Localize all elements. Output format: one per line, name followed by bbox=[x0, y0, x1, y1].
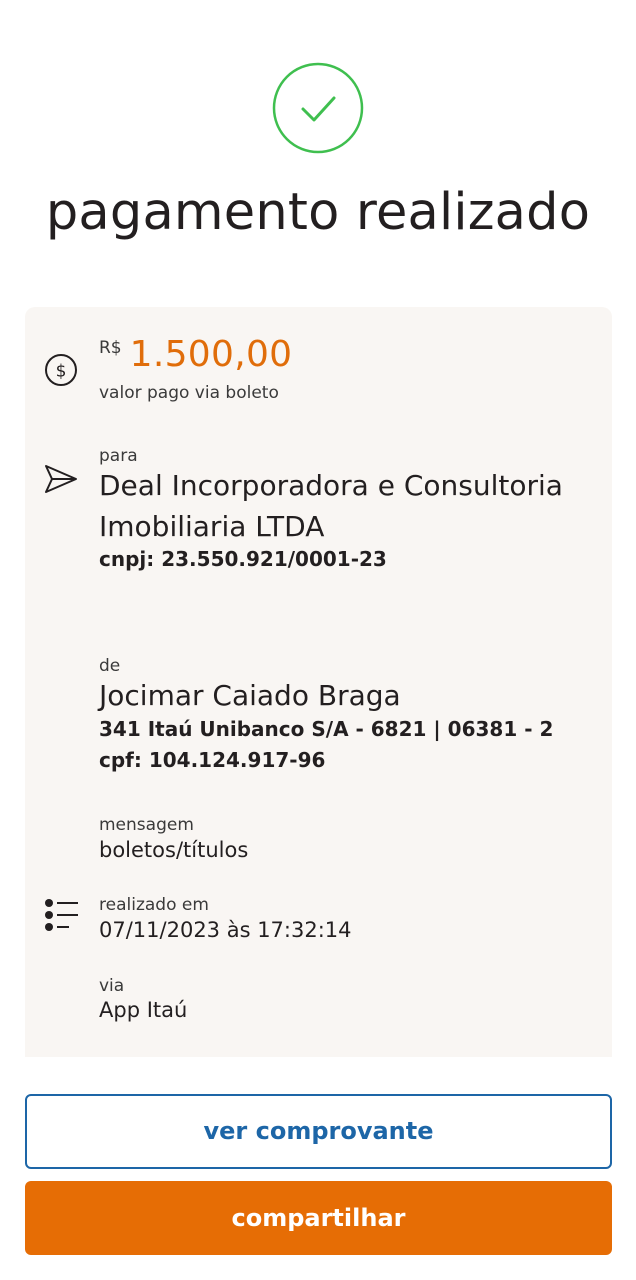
currency-symbol: R$ bbox=[99, 338, 122, 358]
send-icon bbox=[43, 463, 79, 495]
payer-bank-account: 341 Itaú Unibanco S/A - 6821 | 06381 - 2 bbox=[99, 717, 554, 741]
payer-label: de bbox=[99, 656, 121, 676]
dollar-circle-icon: $ bbox=[44, 353, 78, 387]
channel-label: via bbox=[99, 976, 125, 996]
share-button[interactable]: compartilhar bbox=[25, 1181, 612, 1255]
message-label: mensagem bbox=[99, 815, 194, 835]
payment-amount: R$ 1.500,00 bbox=[99, 334, 292, 375]
message-value: boletos/títulos bbox=[99, 838, 249, 862]
channel-value: App Itaú bbox=[99, 998, 188, 1022]
date-value: 07/11/2023 às 17:32:14 bbox=[99, 918, 352, 942]
payer-name: Jocimar Caiado Braga bbox=[99, 679, 401, 712]
recipient-name-line1: Deal Incorporadora e Consultoria bbox=[99, 469, 563, 502]
svg-text:$: $ bbox=[56, 362, 67, 382]
checkmark-circle-icon bbox=[272, 62, 364, 154]
list-icon bbox=[43, 897, 79, 933]
date-label: realizado em bbox=[99, 895, 209, 915]
recipient-cnpj: cnpj: 23.550.921/0001-23 bbox=[99, 547, 387, 571]
recipient-label: para bbox=[99, 446, 138, 466]
amount-label: valor pago via boleto bbox=[99, 383, 279, 403]
payer-cpf: cpf: 104.124.917-96 bbox=[99, 748, 326, 772]
recipient-name-line2: Imobiliaria LTDA bbox=[99, 510, 325, 543]
page-title: pagamento realizado bbox=[45, 183, 591, 242]
amount-value: 1.500,00 bbox=[129, 334, 293, 375]
view-receipt-button[interactable]: ver comprovante bbox=[25, 1094, 612, 1169]
